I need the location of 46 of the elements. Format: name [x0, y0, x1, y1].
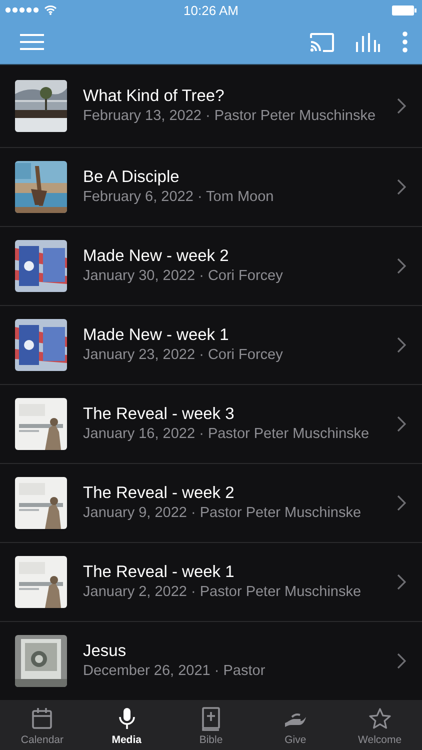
wifi-icon: [44, 5, 57, 15]
tab[interactable]: Bible: [168, 700, 254, 750]
chevron-icon: [397, 574, 406, 590]
sermon-details: February 13, 2022 · Pastor Peter Muschinske: [83, 107, 377, 126]
sermon-title: Made New - week 2: [83, 246, 230, 267]
tab[interactable]: Give: [253, 700, 338, 750]
menu-icon: [20, 34, 44, 50]
sermon-title: The Reveal - week 3: [83, 404, 236, 425]
chevron-icon: [397, 337, 406, 353]
sermon-title: The Reveal - week 2: [83, 483, 236, 504]
sermon-row[interactable]: The Reveal - week 1 January 2, 2022 · Pastor Peter Muschinske: [0, 543, 422, 622]
sermon-title: Made New - week 1: [83, 325, 230, 346]
bars-icon: [356, 32, 380, 52]
sermon-row[interactable]: Be A Disciple February 6, 2022 · Tom Moon: [0, 148, 422, 227]
chevron-icon: [397, 416, 406, 432]
sermon-row[interactable]: The Reveal - week 2 January 9, 2022 · Pastor Peter Muschinske: [0, 464, 422, 543]
cast-icon: [310, 32, 334, 52]
chevron-icon: [397, 179, 406, 195]
battery-icon: [392, 4, 417, 16]
chevron-icon: [397, 98, 406, 114]
sermon-title: The Reveal - week 1: [83, 562, 236, 583]
sermon-title: Be A Disciple: [83, 167, 180, 188]
chevron-icon: [397, 653, 406, 669]
sermon-row[interactable]: What Kind of Tree? February 13, 2022 · Pastor Peter Muschinske: [0, 65, 422, 148]
tab[interactable]: Calendar: [0, 700, 84, 750]
sermon-details: January 2, 2022 · Pastor Peter Muschinske: [83, 583, 362, 602]
signal-icon: [5, 7, 39, 13]
sermon-details: January 9, 2022 · Pastor Peter Muschinske: [83, 504, 362, 523]
sermon-details: January 16, 2022 · Pastor Peter Muschinske: [83, 425, 370, 444]
tab[interactable]: Media: [84, 700, 169, 750]
sermon-details: January 23, 2022 · Cori Forcey: [83, 346, 284, 365]
more-icon: [402, 31, 408, 53]
sermon-row[interactable]: Made New - week 2 January 30, 2022 · Cori Forcey: [0, 227, 422, 306]
sermon-title: What Kind of Tree?: [83, 86, 226, 107]
calendar-icon: [30, 706, 54, 730]
status-time: 10:26 AM: [184, 2, 238, 18]
sermon-details: February 6, 2022 · Tom Moon: [83, 188, 275, 207]
sermon-details: January 30, 2022 · Cori Forcey: [83, 267, 284, 286]
star-icon: [368, 706, 392, 730]
sermon-row[interactable]: Made New - week 1 January 23, 2022 · Cori Forcey: [0, 306, 422, 385]
chevron-icon: [397, 258, 406, 274]
sermon-title: Jesus: [83, 641, 128, 662]
sermon-details: December 26, 2021 · Pastor: [83, 662, 266, 681]
tab[interactable]: Welcome: [338, 700, 422, 750]
chevron-icon: [397, 495, 406, 511]
sermon-row[interactable]: The Reveal - week 3 January 16, 2022 · Pastor Peter Muschinske: [0, 385, 422, 464]
